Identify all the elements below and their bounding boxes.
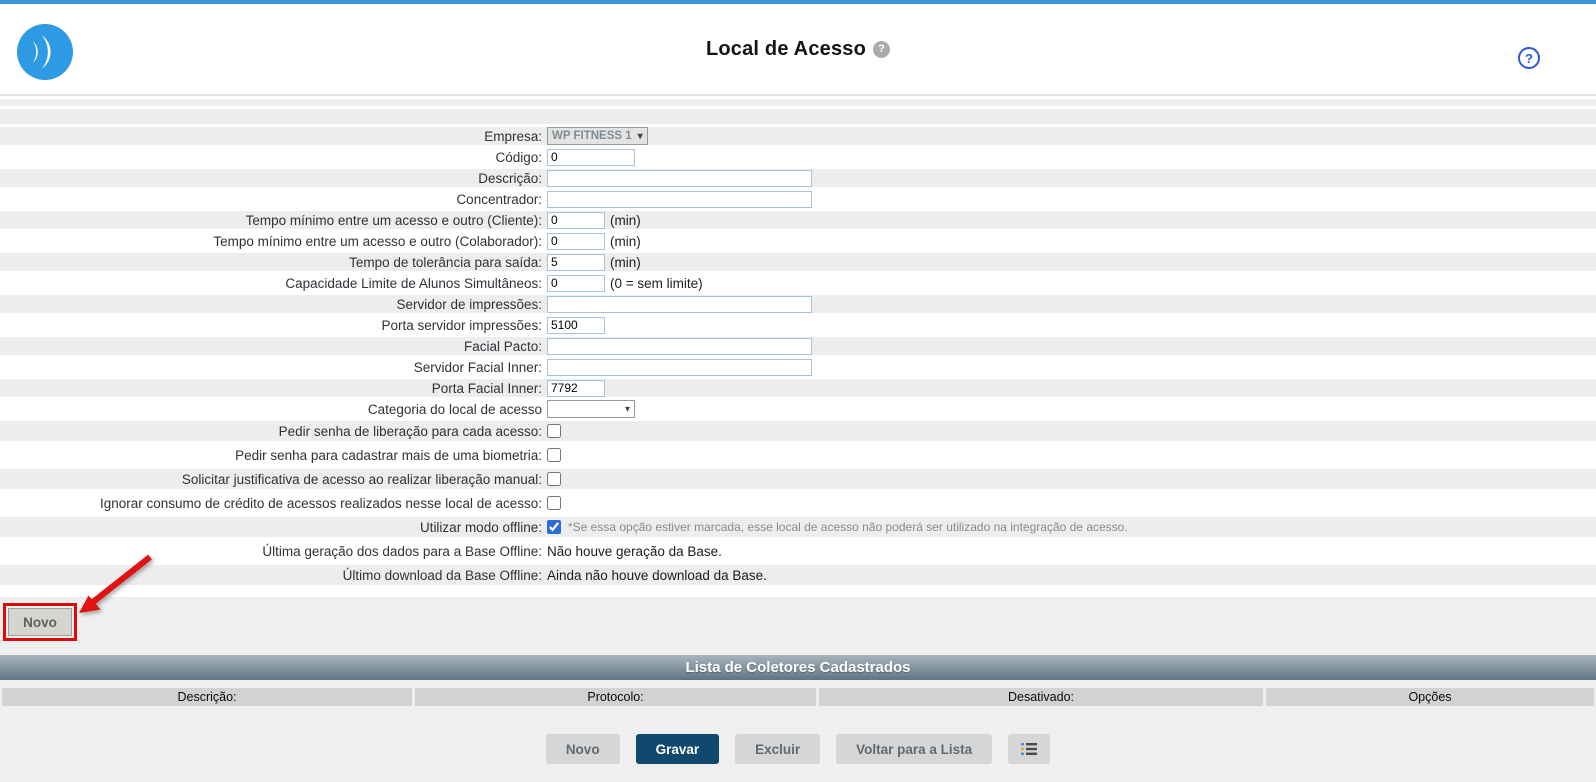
chevron-down-icon: ▾ — [625, 404, 630, 415]
categoria-label: Categoria do local de acesso — [0, 402, 547, 417]
empresa-label: Empresa: — [0, 129, 547, 144]
servidor-facial-inner-label: Servidor Facial Inner: — [0, 360, 547, 375]
empresa-select[interactable]: WP FITNESS 1 ▾ — [547, 127, 648, 145]
senha-biometria-label: Pedir senha para cadastrar mais de uma b… — [0, 448, 547, 463]
tolerancia-input[interactable] — [547, 254, 605, 271]
senha-liberacao-checkbox[interactable] — [547, 424, 561, 438]
capacidade-suffix: (0 = sem limite) — [610, 276, 703, 291]
tolerancia-suffix: (min) — [610, 255, 641, 270]
porta-impressoes-input[interactable] — [547, 317, 605, 334]
column-desativado: Desativado: — [819, 688, 1263, 706]
justificativa-label: Solicitar justificativa de acesso ao rea… — [0, 472, 547, 487]
empty-form-row — [0, 109, 1596, 124]
column-opcoes: Opções — [1266, 688, 1594, 706]
form-row-porta-impressoes: Porta servidor impressões: — [0, 316, 1596, 334]
form-row-senha-liberacao: Pedir senha de liberação para cada acess… — [0, 421, 1596, 441]
ignorar-credito-label: Ignorar consumo de crédito de acessos re… — [0, 496, 547, 511]
page-header: Local de Acesso ? ? — [0, 4, 1596, 94]
form-row-ignorar-credito: Ignorar consumo de crédito de acessos re… — [0, 493, 1596, 513]
form-row-capacidade: Capacidade Limite de Alunos Simultâneos:… — [0, 274, 1596, 292]
annotation-highlight-box: Novo — [3, 603, 77, 641]
novo-button[interactable]: Novo — [8, 608, 72, 636]
facial-pacto-input[interactable] — [547, 338, 812, 355]
concentrador-label: Concentrador: — [0, 192, 547, 207]
tempo-colaborador-input[interactable] — [547, 233, 605, 250]
form-row-facial-pacto: Facial Pacto: — [0, 337, 1596, 355]
action-button-bar: Novo Gravar Excluir Voltar para a Lista — [0, 734, 1596, 764]
codigo-label: Código: — [0, 150, 547, 165]
tempo-cliente-input[interactable] — [547, 212, 605, 229]
modo-offline-note: *Se essa opção estiver marcada, esse loc… — [566, 520, 1128, 534]
form-row-empresa: Empresa: WP FITNESS 1 ▾ — [0, 127, 1596, 145]
form-row-concentrador: Concentrador: — [0, 190, 1596, 208]
access-location-form: Empresa: WP FITNESS 1 ▾ Código: Descriçã… — [0, 96, 1596, 597]
porta-impressoes-label: Porta servidor impressões: — [0, 318, 547, 333]
codigo-input[interactable] — [547, 149, 635, 166]
form-row-servidor-facial-inner: Servidor Facial Inner: — [0, 358, 1596, 376]
list-view-button[interactable] — [1008, 734, 1050, 764]
tempo-colaborador-suffix: (min) — [610, 234, 641, 249]
capacidade-label: Capacidade Limite de Alunos Simultâneos: — [0, 276, 547, 291]
form-row-tempo-cliente: Tempo mínimo entre um acesso e outro (Cl… — [0, 211, 1596, 229]
title-help-icon[interactable]: ? — [873, 41, 890, 58]
servidor-facial-inner-input[interactable] — [547, 359, 812, 376]
justificativa-checkbox[interactable] — [547, 472, 561, 486]
form-row-tolerancia: Tempo de tolerância para saída: (min) — [0, 253, 1596, 271]
gravar-button[interactable]: Gravar — [636, 734, 720, 764]
voltar-lista-button[interactable]: Voltar para a Lista — [836, 734, 992, 764]
ultimo-download-label: Último download da Base Offline: — [0, 568, 547, 583]
ultimo-download-value: Ainda não houve download da Base. — [547, 568, 767, 583]
servidor-impressoes-label: Servidor de impressões: — [0, 297, 547, 312]
tolerancia-label: Tempo de tolerância para saída: — [0, 255, 547, 270]
tempo-cliente-label: Tempo mínimo entre um acesso e outro (Cl… — [0, 213, 547, 228]
collectors-list-header: Lista de Coletores Cadastrados — [0, 655, 1596, 680]
form-row-ultima-geracao: Última geração dos dados para a Base Off… — [0, 541, 1596, 561]
porta-facial-inner-input[interactable] — [547, 380, 605, 397]
list-icon — [1020, 742, 1038, 756]
capacidade-input[interactable] — [547, 275, 605, 292]
form-row-codigo: Código: — [0, 148, 1596, 166]
form-row-senha-biometria: Pedir senha para cadastrar mais de uma b… — [0, 445, 1596, 465]
tempo-colaborador-label: Tempo mínimo entre um acesso e outro (Co… — [0, 234, 547, 249]
form-row-tempo-colaborador: Tempo mínimo entre um acesso e outro (Co… — [0, 232, 1596, 250]
ignorar-credito-checkbox[interactable] — [547, 496, 561, 510]
descricao-input[interactable] — [547, 170, 812, 187]
modo-offline-label: Utilizar modo offline: — [0, 520, 547, 535]
senha-biometria-checkbox[interactable] — [547, 448, 561, 462]
form-row-justificativa: Solicitar justificativa de acesso ao rea… — [0, 469, 1596, 489]
form-row-servidor-impressoes: Servidor de impressões: — [0, 295, 1596, 313]
porta-facial-inner-label: Porta Facial Inner: — [0, 381, 547, 396]
senha-liberacao-label: Pedir senha de liberação para cada acess… — [0, 424, 547, 439]
tempo-cliente-suffix: (min) — [610, 213, 641, 228]
form-row-categoria: Categoria do local de acesso ▾ — [0, 400, 1596, 418]
spacer-stripe — [0, 99, 1596, 106]
form-row-porta-facial-inner: Porta Facial Inner: — [0, 379, 1596, 397]
collectors-column-headers: Descrição: Protocolo: Desativado: Opções — [2, 688, 1594, 706]
chevron-down-icon: ▾ — [638, 131, 643, 142]
excluir-button[interactable]: Excluir — [735, 734, 820, 764]
column-descricao: Descrição: — [2, 688, 412, 706]
novo-footer-button[interactable]: Novo — [546, 734, 620, 764]
servidor-impressoes-input[interactable] — [547, 296, 812, 313]
concentrador-input[interactable] — [547, 191, 812, 208]
categoria-select[interactable]: ▾ — [547, 400, 635, 418]
ultima-geracao-label: Última geração dos dados para a Base Off… — [0, 544, 547, 559]
page-title: Local de Acesso — [706, 38, 866, 61]
form-row-modo-offline: Utilizar modo offline: *Se essa opção es… — [0, 517, 1596, 537]
facial-pacto-label: Facial Pacto: — [0, 339, 547, 354]
form-row-ultimo-download: Último download da Base Offline: Ainda n… — [0, 565, 1596, 585]
lower-section: Novo Lista de Coletores Cadastrados Desc… — [0, 597, 1596, 782]
column-protocolo: Protocolo: — [415, 688, 816, 706]
descricao-label: Descrição: — [0, 171, 547, 186]
corner-help-icon[interactable]: ? — [1518, 47, 1540, 69]
form-row-descricao: Descrição: — [0, 169, 1596, 187]
modo-offline-checkbox[interactable] — [547, 520, 561, 534]
ultima-geracao-value: Não houve geração da Base. — [547, 544, 722, 559]
